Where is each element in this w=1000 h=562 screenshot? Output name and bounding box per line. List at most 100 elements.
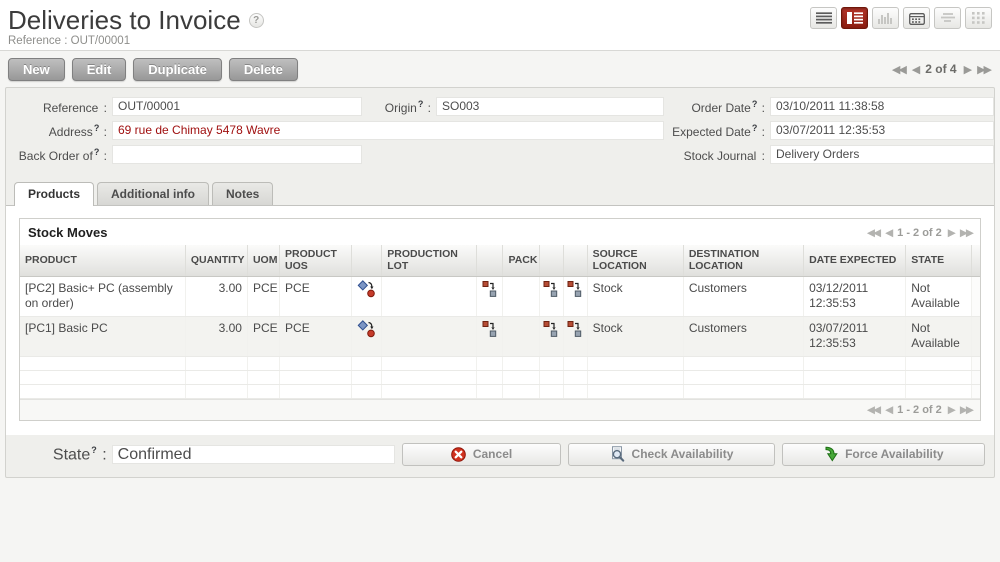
expected-date-field[interactable]: 03/07/2011 12:35:53 (770, 121, 994, 140)
column-destination-location[interactable]: DESTINATION LOCATION (683, 245, 803, 276)
state-field[interactable]: Confirmed (112, 445, 395, 464)
cell-date-expected[interactable]: 03/07/2011 12:35:53 (804, 316, 906, 356)
next-record-icon[interactable]: ▶ (964, 63, 970, 76)
column-product[interactable]: PRODUCT (20, 245, 185, 276)
cell-date-expected[interactable]: 03/12/2011 12:35:53 (804, 276, 906, 316)
cell-quantity[interactable]: 3.00 (185, 276, 247, 316)
form-view-button[interactable] (841, 7, 868, 29)
kanban-view-button[interactable] (965, 7, 992, 29)
tab-products[interactable]: Products (14, 182, 94, 206)
cancel-button[interactable]: Cancel (402, 443, 562, 466)
previous-record-icon[interactable]: ◀ (912, 63, 918, 76)
graph-view-button[interactable] (872, 7, 899, 29)
cell-destination-location[interactable]: Customers (683, 316, 803, 356)
list-view-button[interactable] (810, 7, 837, 29)
record-pager-position: 2 of 4 (925, 62, 956, 76)
tab-notes[interactable]: Notes (212, 182, 273, 205)
column-quantity[interactable]: QUANTITY (185, 245, 247, 276)
stock-journal-field[interactable]: Delivery Orders (770, 145, 994, 164)
reference-label: Reference : (6, 99, 112, 115)
address-field-link[interactable]: 69 rue de Chimay 5478 Wavre (112, 121, 664, 140)
stock-moves-list: Stock Moves ◀◀ ◀ 1 - 2 of 2 ▶ ▶▶ (19, 218, 981, 421)
cell-product-uos[interactable]: PCE (280, 316, 352, 356)
cell-state[interactable]: Not Available (906, 276, 972, 316)
column-pack[interactable]: PACK (503, 245, 539, 276)
put-in-pack-icon[interactable] (567, 320, 583, 338)
delete-button[interactable]: Delete (229, 58, 298, 81)
back-order-field[interactable] (112, 145, 362, 164)
gantt-view-button[interactable] (934, 7, 961, 29)
list-first-page-icon[interactable]: ◀◀ (867, 404, 879, 416)
order-date-help-icon: ? (752, 99, 758, 109)
put-in-pack-icon[interactable] (543, 320, 559, 338)
cell-state[interactable]: Not Available (906, 316, 972, 356)
cell-pack[interactable] (503, 276, 539, 316)
cell-pack[interactable] (503, 316, 539, 356)
origin-field[interactable]: SO003 (436, 97, 664, 116)
calendar-view-button[interactable] (903, 7, 930, 29)
list-next-page-icon[interactable]: ▶ (948, 404, 954, 416)
cell-source-location[interactable]: Stock (587, 276, 683, 316)
table-row[interactable]: [PC2] Basic+ PC (assembly on order) 3.00… (20, 276, 980, 316)
stock-moves-pager-top: ◀◀ ◀ 1 - 2 of 2 ▶ ▶▶ (867, 227, 972, 239)
empty-table-row (20, 370, 980, 384)
list-previous-page-icon[interactable]: ◀ (885, 404, 891, 416)
page-title: Deliveries to Invoice (8, 6, 241, 34)
table-row[interactable]: [PC1] Basic PC 3.00 PCE PCE (20, 316, 980, 356)
column-date-expected[interactable]: DATE EXPECTED (804, 245, 906, 276)
column-icon-spacer-1 (539, 245, 563, 276)
stock-moves-table: PRODUCT QUANTITY UOM PRODUCT UOS PRODUCT… (20, 245, 980, 399)
tab-content-products: Stock Moves ◀◀ ◀ 1 - 2 of 2 ▶ ▶▶ (6, 205, 994, 435)
kanban-view-icon (972, 12, 985, 24)
list-first-page-icon[interactable]: ◀◀ (867, 227, 879, 239)
column-state[interactable]: STATE (906, 245, 972, 276)
back-order-label: Back Order of? : (6, 147, 112, 163)
table-scrollbar-gutter (972, 316, 980, 356)
put-in-pack-icon[interactable] (543, 280, 559, 298)
cell-product[interactable]: [PC1] Basic PC (20, 316, 185, 356)
address-help-icon: ? (94, 123, 100, 133)
cell-production-lot[interactable] (382, 276, 477, 316)
force-availability-button[interactable]: Force Availability (782, 443, 985, 466)
column-uom[interactable]: UOM (247, 245, 279, 276)
order-date-field[interactable]: 03/10/2011 11:38:58 (770, 97, 994, 116)
list-pager-range: 1 - 2 of 2 (897, 227, 942, 239)
list-last-page-icon[interactable]: ▶▶ (960, 227, 972, 239)
stock-journal-label: Stock Journal : (664, 147, 770, 163)
column-source-location[interactable]: SOURCE LOCATION (587, 245, 683, 276)
put-in-pack-icon[interactable] (482, 280, 498, 298)
list-last-page-icon[interactable]: ▶▶ (960, 404, 972, 416)
cell-product-uos[interactable]: PCE (280, 276, 352, 316)
cell-production-lot[interactable] (382, 316, 477, 356)
stock-moves-title: Stock Moves (28, 225, 107, 240)
cell-quantity[interactable]: 3.00 (185, 316, 247, 356)
split-production-lot-icon[interactable] (357, 320, 377, 338)
cell-uom[interactable]: PCE (247, 316, 279, 356)
duplicate-button[interactable]: Duplicate (133, 58, 222, 81)
cell-source-location[interactable]: Stock (587, 316, 683, 356)
gantt-view-icon (940, 12, 956, 24)
column-production-lot[interactable]: PRODUCTION LOT (382, 245, 477, 276)
last-record-icon[interactable]: ▶▶ (977, 63, 990, 76)
new-button[interactable]: New (8, 58, 65, 81)
column-product-uos[interactable]: PRODUCT UOS (280, 245, 352, 276)
table-header-row: PRODUCT QUANTITY UOM PRODUCT UOS PRODUCT… (20, 245, 980, 276)
edit-button[interactable]: Edit (72, 58, 127, 81)
column-pack-spacer (477, 245, 503, 276)
reference-field[interactable]: OUT/00001 (112, 97, 362, 116)
tab-additional-info[interactable]: Additional info (97, 182, 209, 205)
put-in-pack-icon[interactable] (482, 320, 498, 338)
cell-destination-location[interactable]: Customers (683, 276, 803, 316)
title-help-icon[interactable]: ? (249, 13, 264, 28)
state-label: State? : (6, 445, 112, 464)
split-production-lot-icon[interactable] (357, 280, 377, 298)
check-availability-button[interactable]: Check Availability (568, 443, 774, 466)
list-previous-page-icon[interactable]: ◀ (885, 227, 891, 239)
origin-label: Origin? : (362, 99, 436, 115)
list-next-page-icon[interactable]: ▶ (948, 227, 954, 239)
put-in-pack-icon[interactable] (567, 280, 583, 298)
first-record-icon[interactable]: ◀◀ (892, 63, 905, 76)
cell-uom[interactable]: PCE (247, 276, 279, 316)
cell-product[interactable]: [PC2] Basic+ PC (assembly on order) (20, 276, 185, 316)
check-availability-icon (610, 446, 625, 462)
